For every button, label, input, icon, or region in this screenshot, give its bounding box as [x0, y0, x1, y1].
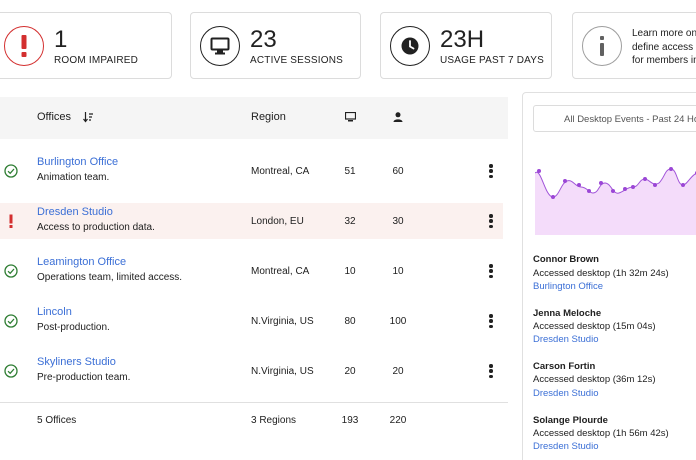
event-action: Accessed desktop (1h 56m 42s)	[533, 428, 669, 439]
table-row[interactable]: Lincoln Post-production. N.Virginia, US …	[0, 303, 503, 339]
monitor-icon	[200, 26, 240, 66]
user-count: 100	[389, 316, 407, 327]
office-description: Post-production.	[37, 322, 110, 333]
more-options-icon[interactable]	[488, 364, 494, 378]
desktop-column-icon[interactable]	[344, 111, 357, 125]
exclamation-icon	[4, 26, 44, 66]
region-column-header[interactable]: Region	[251, 111, 286, 123]
check-circle-icon	[4, 264, 18, 278]
user-count: 20	[392, 366, 404, 377]
events-filter-select[interactable]: All Desktop Events - Past 24 Hour	[533, 105, 696, 132]
event-office-link[interactable]: Burlington Office	[533, 281, 603, 292]
more-options-icon[interactable]	[488, 264, 494, 278]
desktop-count: 20	[344, 366, 356, 377]
table-row[interactable]: Dresden Studio Access to production data…	[0, 203, 503, 239]
check-circle-icon	[4, 314, 18, 328]
stat-value: 23	[250, 26, 277, 53]
user-count: 30	[392, 216, 404, 227]
office-region: Montreal, CA	[251, 166, 310, 177]
table-footer-divider	[0, 402, 508, 403]
event-user-name: Jenna Meloche	[533, 308, 602, 319]
office-region: Montreal, CA	[251, 266, 310, 277]
info-card[interactable]: Learn more on l define access c for memb…	[572, 12, 696, 79]
sort-icon[interactable]	[83, 111, 94, 123]
event-office-link[interactable]: Dresden Studio	[533, 388, 598, 399]
office-link[interactable]: Lincoln	[37, 306, 72, 318]
offices-column-header[interactable]: Offices	[37, 111, 94, 123]
event-user-name: Solange Plourde	[533, 415, 608, 426]
stat-label: ACTIVE SESSIONS	[250, 55, 344, 66]
desktop-events-panel: All Desktop Events - Past 24 Hour Connor…	[522, 92, 696, 460]
footer-office-count: 5 Offices	[37, 415, 77, 426]
event-action: Accessed desktop (36m 12s)	[533, 374, 656, 385]
stat-label: USAGE PAST 7 DAYS	[440, 55, 544, 66]
event-office-link[interactable]: Dresden Studio	[533, 441, 598, 452]
desktop-count: 51	[344, 166, 356, 177]
more-options-icon[interactable]	[488, 164, 494, 178]
stat-card-usage[interactable]: 23H USAGE PAST 7 DAYS	[380, 12, 552, 79]
office-link[interactable]: Skyliners Studio	[37, 356, 116, 368]
check-circle-icon	[4, 364, 18, 378]
office-link[interactable]: Leamington Office	[37, 256, 126, 268]
event-action: Accessed desktop (1h 32m 24s)	[533, 268, 669, 279]
clock-icon	[390, 26, 430, 66]
event-office-link[interactable]: Dresden Studio	[533, 334, 598, 345]
desktop-count: 32	[344, 216, 356, 227]
office-link[interactable]: Burlington Office	[37, 156, 118, 168]
usage-sparkline	[535, 167, 696, 235]
info-icon	[582, 26, 622, 66]
stat-card-active-sessions[interactable]: 23 ACTIVE SESSIONS	[190, 12, 361, 79]
office-description: Pre-production team.	[37, 372, 131, 383]
stat-value: 1	[54, 26, 68, 53]
offices-header-label: Offices	[37, 111, 72, 123]
table-row[interactable]: Leamington Office Operations team, limit…	[0, 253, 503, 289]
office-region: N.Virginia, US	[251, 366, 314, 377]
exclamation-icon	[9, 214, 13, 228]
event-user-name: Carson Fortin	[533, 361, 596, 372]
check-circle-icon	[4, 164, 18, 178]
table-header: Offices Region	[0, 97, 508, 139]
office-description: Operations team, limited access.	[37, 272, 183, 283]
desktop-count: 10	[344, 266, 356, 277]
event-action: Accessed desktop (15m 04s)	[533, 321, 656, 332]
user-count: 10	[392, 266, 404, 277]
office-link[interactable]: Dresden Studio	[37, 206, 113, 218]
more-options-icon[interactable]	[488, 214, 494, 228]
office-description: Animation team.	[37, 172, 110, 183]
user-column-icon[interactable]	[393, 112, 403, 125]
table-row[interactable]: Burlington Office Animation team. Montre…	[0, 153, 503, 189]
info-line: Learn more on l	[632, 28, 696, 39]
info-line: for members in	[632, 55, 696, 66]
office-description: Access to production data.	[37, 222, 155, 233]
office-region: N.Virginia, US	[251, 316, 314, 327]
info-text: Learn more on l define access c for memb…	[632, 27, 696, 68]
stat-label: ROOM IMPAIRED	[54, 55, 139, 66]
more-options-icon[interactable]	[488, 314, 494, 328]
office-region: London, EU	[251, 216, 304, 227]
stat-value: 23H	[440, 26, 485, 53]
footer-region-count: 3 Regions	[251, 415, 297, 426]
desktop-count: 80	[344, 316, 356, 327]
event-user-name: Connor Brown	[533, 254, 599, 265]
user-count: 60	[392, 166, 404, 177]
table-row[interactable]: Skyliners Studio Pre-production team. N.…	[0, 353, 503, 389]
footer-user-total: 220	[389, 415, 407, 426]
info-line: define access c	[632, 41, 696, 53]
stat-card-room-impaired[interactable]: 1 ROOM IMPAIRED	[0, 12, 172, 79]
footer-desktop-total: 193	[341, 415, 359, 426]
